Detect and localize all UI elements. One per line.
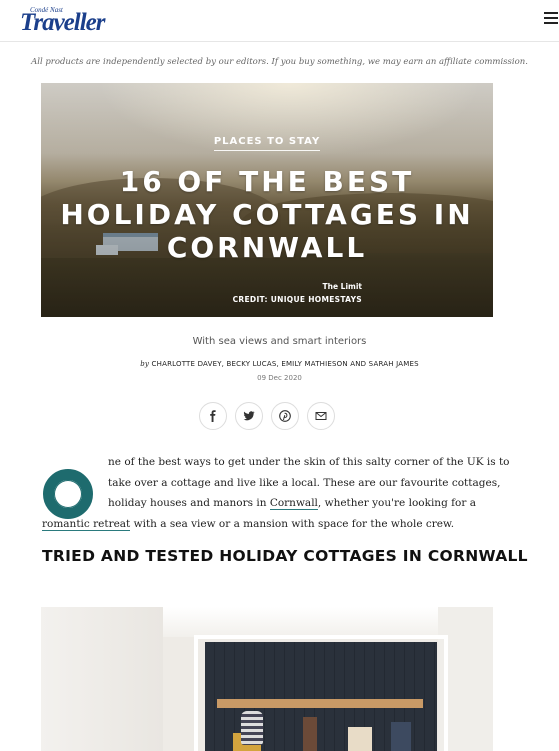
rubric-link[interactable]: PLACES TO STAY <box>213 136 321 151</box>
facebook-icon <box>210 410 216 422</box>
share-pinterest-button[interactable] <box>271 402 299 430</box>
intro-line: holiday houses and manors in Cornwall, w… <box>42 493 498 514</box>
hanging-bag <box>391 722 411 751</box>
share-email-button[interactable] <box>307 402 335 430</box>
article-subtitle: With sea views and smart interiors <box>192 336 367 347</box>
traveller-logo[interactable]: Condé Nast Traveller <box>20 6 105 36</box>
intro-line: romantic retreat with a sea view or a ma… <box>42 514 498 535</box>
hanging-bag <box>348 727 372 751</box>
byline-authors[interactable]: CHARLOTTE DAVEY, BECKY LUCAS, EMILY MATH… <box>152 360 419 368</box>
image-credit: CREDIT: UNIQUE HOMESTAYS <box>232 295 362 304</box>
email-icon <box>315 412 327 420</box>
intro-line: take over a cottage and live like a loca… <box>108 476 501 489</box>
romantic-retreat-link[interactable]: romantic retreat <box>42 517 131 531</box>
share-facebook-button[interactable] <box>199 402 227 430</box>
category-rubric: PLACES TO STAY <box>41 136 493 151</box>
byline-by: by <box>140 360 150 368</box>
logo-wordmark: Traveller <box>20 9 105 36</box>
section-heading: TRIED AND TESTED HOLIDAY COTTAGES IN COR… <box>42 547 528 565</box>
site-header: Condé Nast Traveller <box>0 0 559 42</box>
page-title: 16 of the best holiday cottages in Cornw… <box>60 165 474 264</box>
intro-paragraph: ne of the best ways to get under the ski… <box>42 452 510 535</box>
caption-text: The Limit <box>322 282 362 291</box>
intro-text: with a sea view or a mansion with space … <box>130 517 455 530</box>
hanging-bag <box>303 717 317 751</box>
intro-text: holiday houses and manors in <box>108 497 270 509</box>
image-caption: The Limit CREDIT: UNIQUE HOMESTAYS <box>233 280 362 306</box>
intro-line: ne of the best ways to get under the ski… <box>108 456 510 468</box>
coat-rail <box>217 699 423 708</box>
byline: by CHARLOTTE DAVEY, BECKY LUCAS, EMILY M… <box>0 360 559 368</box>
share-twitter-button[interactable] <box>235 402 263 430</box>
publish-date: 09 Dec 2020 <box>257 374 302 382</box>
twitter-icon <box>243 411 255 421</box>
cornwall-link[interactable]: Cornwall <box>269 497 318 510</box>
intro-text: , whether you're looking for a <box>317 497 476 509</box>
hamburger-menu-icon[interactable] <box>544 12 558 26</box>
affiliate-disclaimer: All products are independently selected … <box>31 57 528 67</box>
hanging-bag <box>241 711 263 745</box>
cottage-interior-image <box>41 607 493 751</box>
pinterest-icon <box>279 410 291 422</box>
hero-image: PLACES TO STAY 16 of the best holiday co… <box>41 83 493 317</box>
